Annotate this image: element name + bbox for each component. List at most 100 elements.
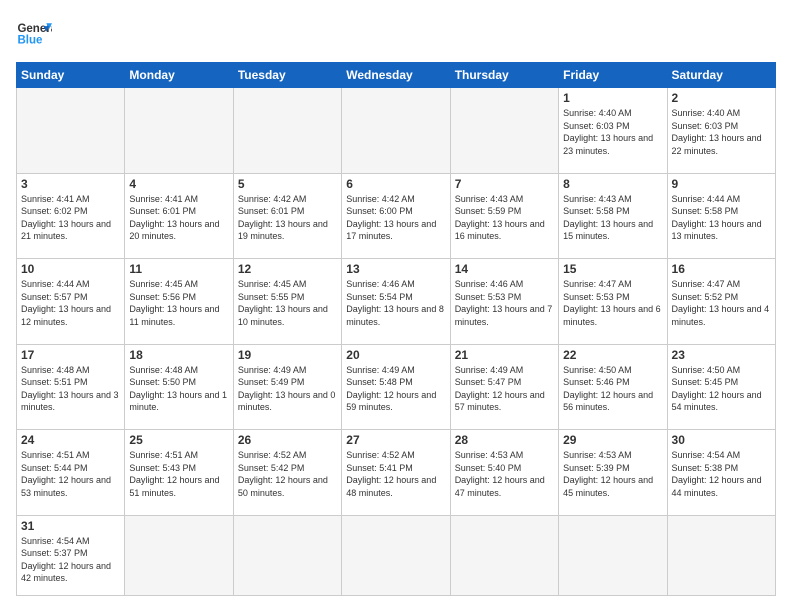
calendar-cell: 22 Sunrise: 4:50 AM Sunset: 5:46 PM Dayli… <box>559 344 667 430</box>
day-info: Sunrise: 4:42 AM Sunset: 6:01 PM Dayligh… <box>238 193 337 243</box>
day-info: Sunrise: 4:44 AM Sunset: 5:58 PM Dayligh… <box>672 193 771 243</box>
day-number: 29 <box>563 433 662 447</box>
header: General Blue <box>16 16 776 52</box>
calendar-cell: 30Sunrise: 4:54 AM Sunset: 5:38 PM Dayli… <box>667 430 775 516</box>
logo: General Blue <box>16 16 52 52</box>
calendar-cell: 3 Sunrise: 4:41 AM Sunset: 6:02 PM Daylig… <box>17 173 125 259</box>
calendar-cell: 26 Sunrise: 4:52 AM Sunset: 5:42 PM Dayli… <box>233 430 341 516</box>
day-number: 9 <box>672 177 771 191</box>
day-info: Sunrise: 4:51 AM Sunset: 5:43 PM Dayligh… <box>129 449 228 499</box>
calendar-cell: 17 Sunrise: 4:48 AM Sunset: 5:51 PM Dayli… <box>17 344 125 430</box>
day-number: 6 <box>346 177 445 191</box>
day-number: 1 <box>563 91 662 105</box>
day-number: 12 <box>238 262 337 276</box>
day-number: 5 <box>238 177 337 191</box>
day-info: Sunrise: 4:48 AM Sunset: 5:50 PM Dayligh… <box>129 364 228 414</box>
calendar-cell: 6 Sunrise: 4:42 AM Sunset: 6:00 PM Daylig… <box>342 173 450 259</box>
calendar-cell: 13 Sunrise: 4:46 AM Sunset: 5:54 PM Dayli… <box>342 259 450 345</box>
calendar-cell <box>17 88 125 174</box>
day-info: Sunrise: 4:41 AM Sunset: 6:02 PM Dayligh… <box>21 193 120 243</box>
day-number: 10 <box>21 262 120 276</box>
week-row-2: 10 Sunrise: 4:44 AM Sunset: 5:57 PM Dayli… <box>17 259 776 345</box>
day-info: Sunrise: 4:52 AM Sunset: 5:41 PM Dayligh… <box>346 449 445 499</box>
day-info: Sunrise: 4:40 AM Sunset: 6:03 PM Dayligh… <box>672 107 771 157</box>
day-number: 8 <box>563 177 662 191</box>
day-info: Sunrise: 4:50 AM Sunset: 5:45 PM Dayligh… <box>672 364 771 414</box>
day-info: Sunrise: 4:46 AM Sunset: 5:53 PM Dayligh… <box>455 278 554 328</box>
day-info: Sunrise: 4:49 AM Sunset: 5:48 PM Dayligh… <box>346 364 445 414</box>
day-info: Sunrise: 4:50 AM Sunset: 5:46 PM Dayligh… <box>563 364 662 414</box>
calendar-cell <box>342 88 450 174</box>
week-row-4: 24Sunrise: 4:51 AM Sunset: 5:44 PM Dayli… <box>17 430 776 516</box>
day-number: 17 <box>21 348 120 362</box>
day-number: 7 <box>455 177 554 191</box>
calendar-cell: 12Sunrise: 4:45 AM Sunset: 5:55 PM Dayli… <box>233 259 341 345</box>
calendar-cell: 25 Sunrise: 4:51 AM Sunset: 5:43 PM Dayli… <box>125 430 233 516</box>
weekday-header-row: SundayMondayTuesdayWednesdayThursdayFrid… <box>17 63 776 88</box>
weekday-header-saturday: Saturday <box>667 63 775 88</box>
day-info: Sunrise: 4:44 AM Sunset: 5:57 PM Dayligh… <box>21 278 120 328</box>
calendar-cell <box>233 515 341 596</box>
day-number: 22 <box>563 348 662 362</box>
day-info: Sunrise: 4:54 AM Sunset: 5:37 PM Dayligh… <box>21 535 120 585</box>
day-number: 23 <box>672 348 771 362</box>
day-number: 11 <box>129 262 228 276</box>
day-info: Sunrise: 4:42 AM Sunset: 6:00 PM Dayligh… <box>346 193 445 243</box>
calendar-cell: 15 Sunrise: 4:47 AM Sunset: 5:53 PM Dayli… <box>559 259 667 345</box>
day-info: Sunrise: 4:46 AM Sunset: 5:54 PM Dayligh… <box>346 278 445 328</box>
day-info: Sunrise: 4:53 AM Sunset: 5:40 PM Dayligh… <box>455 449 554 499</box>
day-info: Sunrise: 4:48 AM Sunset: 5:51 PM Dayligh… <box>21 364 120 414</box>
logo-icon: General Blue <box>16 16 52 52</box>
calendar-cell: 23 Sunrise: 4:50 AM Sunset: 5:45 PM Dayli… <box>667 344 775 430</box>
day-info: Sunrise: 4:52 AM Sunset: 5:42 PM Dayligh… <box>238 449 337 499</box>
day-info: Sunrise: 4:47 AM Sunset: 5:52 PM Dayligh… <box>672 278 771 328</box>
day-number: 25 <box>129 433 228 447</box>
calendar-table: SundayMondayTuesdayWednesdayThursdayFrid… <box>16 62 776 596</box>
weekday-header-friday: Friday <box>559 63 667 88</box>
calendar-cell <box>667 515 775 596</box>
calendar-cell: 20Sunrise: 4:49 AM Sunset: 5:48 PM Dayli… <box>342 344 450 430</box>
day-number: 14 <box>455 262 554 276</box>
day-info: Sunrise: 4:43 AM Sunset: 5:58 PM Dayligh… <box>563 193 662 243</box>
day-info: Sunrise: 4:45 AM Sunset: 5:56 PM Dayligh… <box>129 278 228 328</box>
day-number: 13 <box>346 262 445 276</box>
calendar-cell: 9 Sunrise: 4:44 AM Sunset: 5:58 PM Daylig… <box>667 173 775 259</box>
calendar-cell: 14 Sunrise: 4:46 AM Sunset: 5:53 PM Dayli… <box>450 259 558 345</box>
day-number: 28 <box>455 433 554 447</box>
calendar-cell <box>450 88 558 174</box>
calendar-cell: 19 Sunrise: 4:49 AM Sunset: 5:49 PM Dayli… <box>233 344 341 430</box>
calendar-cell: 21 Sunrise: 4:49 AM Sunset: 5:47 PM Dayli… <box>450 344 558 430</box>
calendar-cell: 7Sunrise: 4:43 AM Sunset: 5:59 PM Daylig… <box>450 173 558 259</box>
day-info: Sunrise: 4:47 AM Sunset: 5:53 PM Dayligh… <box>563 278 662 328</box>
day-number: 26 <box>238 433 337 447</box>
day-number: 21 <box>455 348 554 362</box>
calendar-cell: 4 Sunrise: 4:41 AM Sunset: 6:01 PM Daylig… <box>125 173 233 259</box>
day-info: Sunrise: 4:49 AM Sunset: 5:47 PM Dayligh… <box>455 364 554 414</box>
day-number: 24 <box>21 433 120 447</box>
day-info: Sunrise: 4:40 AM Sunset: 6:03 PM Dayligh… <box>563 107 662 157</box>
calendar-cell <box>125 88 233 174</box>
day-number: 15 <box>563 262 662 276</box>
calendar-cell: 28 Sunrise: 4:53 AM Sunset: 5:40 PM Dayli… <box>450 430 558 516</box>
calendar-cell: 10 Sunrise: 4:44 AM Sunset: 5:57 PM Dayli… <box>17 259 125 345</box>
week-row-5: 31Sunrise: 4:54 AM Sunset: 5:37 PM Dayli… <box>17 515 776 596</box>
weekday-header-wednesday: Wednesday <box>342 63 450 88</box>
day-number: 30 <box>672 433 771 447</box>
day-info: Sunrise: 4:41 AM Sunset: 6:01 PM Dayligh… <box>129 193 228 243</box>
day-number: 27 <box>346 433 445 447</box>
weekday-header-tuesday: Tuesday <box>233 63 341 88</box>
day-number: 3 <box>21 177 120 191</box>
week-row-1: 3 Sunrise: 4:41 AM Sunset: 6:02 PM Daylig… <box>17 173 776 259</box>
calendar-cell: 11 Sunrise: 4:45 AM Sunset: 5:56 PM Dayli… <box>125 259 233 345</box>
calendar-cell <box>559 515 667 596</box>
calendar-cell <box>342 515 450 596</box>
calendar-cell: 1 Sunrise: 4:40 AM Sunset: 6:03 PM Daylig… <box>559 88 667 174</box>
day-number: 4 <box>129 177 228 191</box>
day-info: Sunrise: 4:49 AM Sunset: 5:49 PM Dayligh… <box>238 364 337 414</box>
calendar-cell <box>125 515 233 596</box>
day-number: 18 <box>129 348 228 362</box>
calendar-cell: 8 Sunrise: 4:43 AM Sunset: 5:58 PM Daylig… <box>559 173 667 259</box>
calendar-cell: 24Sunrise: 4:51 AM Sunset: 5:44 PM Dayli… <box>17 430 125 516</box>
day-number: 19 <box>238 348 337 362</box>
calendar-cell: 29Sunrise: 4:53 AM Sunset: 5:39 PM Dayli… <box>559 430 667 516</box>
